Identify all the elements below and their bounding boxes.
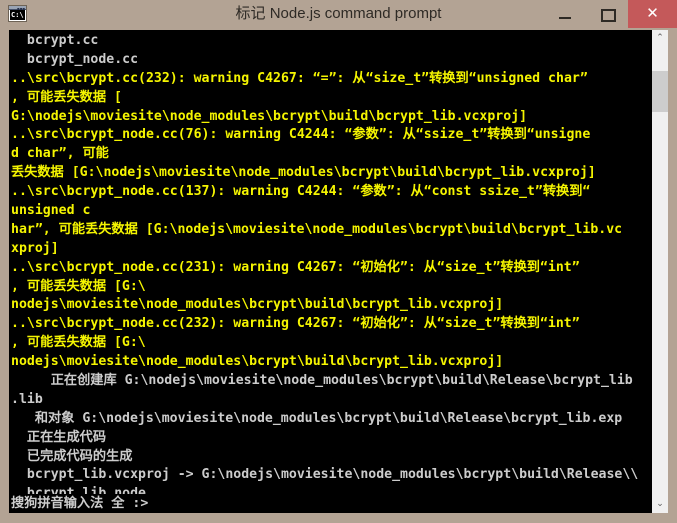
- console-line: ..\src\bcrypt.cc(232): warning C4267: “=…: [11, 70, 588, 86]
- close-button[interactable]: ✕: [628, 0, 677, 28]
- console-scrollbar[interactable]: ⌃ ⌄: [652, 30, 668, 513]
- console-line: 正在生成代码: [11, 429, 107, 445]
- console-line: d char”, 可能: [11, 146, 109, 162]
- console-line: 和对象 G:\nodejs\moviesite\node_modules\bcr…: [11, 410, 623, 426]
- maximize-button[interactable]: [586, 0, 628, 28]
- close-icon: ✕: [646, 5, 659, 22]
- console-line: , 可能丢失数据 [G:\: [11, 335, 146, 351]
- scroll-up-arrow-icon[interactable]: ⌃: [652, 30, 668, 47]
- console-line: ..\src\bcrypt_node.cc(232): warning C426…: [11, 316, 580, 332]
- console-line: G:\nodejs\moviesite\node_modules\bcrypt\…: [11, 108, 528, 124]
- maximize-icon: [601, 9, 616, 22]
- command-prompt-window: ▪▪▪ C:\ 标记 Node.js command prompt ✕ bcry…: [0, 0, 677, 523]
- title-bar[interactable]: ▪▪▪ C:\ 标记 Node.js command prompt ✕: [0, 0, 677, 28]
- console-line: .lib: [11, 391, 43, 407]
- scrollbar-thumb[interactable]: [652, 71, 668, 112]
- console-line: ..\src\bcrypt_node.cc(137): warning C424…: [11, 184, 591, 200]
- console-line: unsigned c: [11, 203, 91, 219]
- console-line: bcrypt_lib.node: [11, 486, 146, 494]
- icon-prompt-text: C:\: [10, 10, 25, 20]
- console-line: bcrypt.cc: [11, 33, 99, 48]
- scrollbar-track[interactable]: [652, 47, 668, 496]
- scroll-down-arrow-icon[interactable]: ⌄: [652, 496, 668, 513]
- ime-status-line: 搜狗拼音输入法 全 :>: [9, 494, 652, 513]
- console-line: xproj]: [11, 240, 59, 256]
- console-line: , 可能丢失数据 [: [11, 89, 122, 105]
- console-line: , 可能丢失数据 [G:\: [11, 278, 146, 294]
- console-line: 正在创建库 G:\nodejs\moviesite\node_modules\b…: [11, 373, 633, 389]
- console-line: bcrypt_node.cc: [11, 51, 139, 67]
- console-output-area[interactable]: bcrypt.cc bcrypt_node.cc ..\src\bcrypt.cc…: [9, 30, 668, 513]
- minimize-icon: [559, 17, 571, 19]
- console-line: 丢失数据 [G:\nodejs\moviesite\node_modules\b…: [11, 165, 596, 181]
- console-text-buffer[interactable]: bcrypt.cc bcrypt_node.cc ..\src\bcrypt.cc…: [9, 32, 652, 494]
- console-line: nodejs\moviesite\node_modules\bcrypt\bui…: [11, 354, 504, 370]
- console-line: ..\src\bcrypt_node.cc(231): warning C426…: [11, 259, 580, 275]
- console-window-icon: ▪▪▪ C:\: [8, 5, 27, 22]
- console-line: ..\src\bcrypt_node.cc(76): warning C4244…: [11, 127, 591, 143]
- minimize-button[interactable]: [544, 0, 586, 28]
- console-line: bcrypt_lib.vcxproj -> G:\nodejs\moviesit…: [11, 467, 639, 483]
- console-line: nodejs\moviesite\node_modules\bcrypt\bui…: [11, 297, 504, 313]
- console-line: 已完成代码的生成: [11, 448, 133, 464]
- console-line: har”, 可能丢失数据 [G:\nodejs\moviesite\node_m…: [11, 221, 623, 237]
